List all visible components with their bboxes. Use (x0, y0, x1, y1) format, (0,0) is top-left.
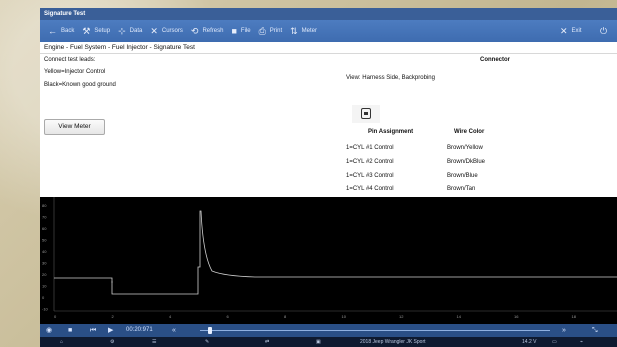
y-tick-label: 10 (42, 284, 47, 289)
x-tick-label: 10 (342, 314, 347, 319)
lead-yellow: Yellow=Injector Control (44, 69, 106, 75)
pin-row-1: 1=CYL #1 Control (346, 145, 394, 151)
vehicle-info: 2018 Jeep Wrangler JK Sport (360, 339, 426, 345)
y-tick-label: 0 (42, 295, 45, 300)
power-button[interactable]: ⏻ (600, 26, 611, 37)
y-tick-label: 30 (42, 261, 47, 266)
lead-black: Black=Known good ground (44, 82, 116, 88)
cursors-icon: ✕ (150, 25, 158, 36)
refresh-icon: ⟲ (190, 25, 199, 36)
exit-button[interactable]: ✕ Exit (560, 26, 582, 37)
step-back-icon[interactable]: ⏮ (90, 324, 96, 337)
folder-icon: ■ (231, 26, 237, 36)
rewind-icon[interactable]: « (172, 324, 176, 337)
refresh-button[interactable]: ⟲ Refresh (191, 26, 224, 37)
signal-icon: ⌁ (580, 339, 584, 345)
x-tick-label: 6 (227, 314, 230, 319)
pin-row-2: 1=CYL #2 Control (346, 159, 394, 165)
playback-slider[interactable] (200, 330, 550, 331)
y-tick-label: 50 (42, 238, 47, 243)
x-tick-label: 4 (169, 314, 172, 319)
pin-assignment-header: Pin Assignment (368, 129, 414, 135)
divider (40, 53, 617, 54)
scope-graph[interactable]: 80 70 60 50 40 30 20 10 0 -10 0 2 4 6 8 10 12 14 16 18 (40, 197, 617, 324)
wire-row-2: Brown/DkBlue (447, 159, 486, 165)
back-label: Back (61, 28, 75, 34)
pin-row-4: 1=CYL #4 Control (346, 186, 394, 192)
exit-label: Exit (571, 28, 582, 34)
data-label: Data (129, 28, 143, 34)
x-tick-label: 8 (284, 314, 287, 319)
refresh-label: Refresh (202, 28, 224, 34)
breadcrumb: Engine - Fuel System - Fuel Injector - S… (44, 44, 195, 51)
back-arrow-icon: ← (48, 26, 57, 36)
x-tick-label: 16 (514, 314, 519, 319)
meter-label: Meter (301, 28, 318, 34)
wire-row-3: Brown/Blue (447, 173, 478, 179)
toolbar: ← Back ⚒ Setup ⊹ Data ✕ Cursors ⟲ Refresh ■ Fi… (40, 20, 617, 42)
wire-color-header: Wire Color (454, 129, 485, 135)
cursors-button[interactable]: ✕ Cursors (150, 26, 183, 37)
status-bar: ⌂ ⚙ ☰ ✎ ⇄ ▣ 2018 Jeep Wrangler JK Sport … (40, 337, 617, 347)
x-tick-label: 0 (54, 314, 57, 319)
print-label: Print (269, 28, 283, 34)
cursors-label: Cursors (161, 28, 183, 34)
close-icon: ✕ (560, 25, 568, 36)
wrench-icon: ⚒ (82, 25, 91, 36)
wire-row-1: Brown/Yellow (447, 145, 483, 151)
home-icon[interactable]: ⌂ (60, 337, 63, 347)
x-axis-ticks: 0 2 4 6 8 10 12 14 16 18 (54, 314, 577, 319)
playback-bar: ◉ ■ ⏮ ▶ 00:20:971 « » ⤡ (40, 324, 617, 337)
connect-icon[interactable]: ⇄ (265, 337, 269, 347)
scope-svg: 80 70 60 50 40 30 20 10 0 -10 0 2 4 6 8 10 12 14 16 18 (42, 197, 617, 319)
screen-icon[interactable]: ▣ (316, 337, 321, 347)
print-button[interactable]: ⎙ Print (259, 26, 283, 37)
y-tick-label: 70 (42, 215, 47, 220)
injector-trace (54, 210, 617, 295)
x-tick-label: 2 (112, 314, 115, 319)
y-tick-label: 80 (42, 203, 47, 208)
slider-thumb[interactable] (208, 327, 212, 334)
x-tick-label: 18 (572, 314, 577, 319)
file-label: File (240, 28, 251, 34)
forward-icon[interactable]: » (562, 324, 566, 337)
power-icon: ⏻ (600, 25, 608, 36)
playback-time: 00:20:971 (126, 327, 153, 333)
play-icon[interactable]: ▶ (108, 324, 113, 337)
back-button[interactable]: ← Back (48, 26, 74, 36)
y-tick-label: 60 (42, 226, 47, 231)
stop-icon[interactable]: ■ (68, 324, 72, 337)
y-tick-label: 40 (42, 249, 47, 254)
pin-row-3: 1=CYL #3 Control (346, 173, 394, 179)
setup-button[interactable]: ⚒ Setup (82, 26, 110, 37)
meter-button[interactable]: ⇅ Meter (290, 26, 317, 37)
zoom-icon[interactable]: ⤡ (592, 324, 598, 337)
wire-row-4: Brown/Tan (447, 186, 476, 192)
y-tick-label: -10 (42, 307, 49, 312)
gauge-icon: ⊹ (118, 25, 126, 36)
tools-icon[interactable]: ✎ (205, 337, 209, 347)
view-meter-button[interactable]: View Meter (44, 119, 105, 135)
setup-label: Setup (94, 28, 111, 34)
data-button[interactable]: ⊹ Data (118, 26, 142, 37)
leads-heading: Connect test leads: (44, 57, 96, 63)
battery-icon: ▭ (552, 339, 557, 345)
meter-icon: ⇅ (290, 25, 298, 36)
printer-icon: ⎙ (258, 25, 266, 36)
view-text: View: Harness Side, Backprobing (346, 75, 435, 81)
gear-icon[interactable]: ⚙ (110, 337, 114, 347)
connector-heading: Connector (480, 57, 510, 63)
x-tick-label: 14 (457, 314, 462, 319)
file-button[interactable]: ■ File (231, 26, 250, 36)
connector-icon (361, 108, 371, 119)
y-axis-ticks: 80 70 60 50 40 30 20 10 0 -10 (42, 203, 49, 312)
x-tick-label: 12 (399, 314, 404, 319)
battery-voltage: 14.2 V (522, 339, 537, 345)
list-icon[interactable]: ☰ (152, 337, 156, 347)
scanner-screen: Signature Test ← Back ⚒ Setup ⊹ Data ✕ Curso… (40, 8, 617, 347)
window-title: Signature Test (40, 8, 617, 20)
test-info-panel: Engine - Fuel System - Fuel Injector - S… (40, 42, 617, 197)
y-tick-label: 20 (42, 272, 47, 277)
record-icon[interactable]: ◉ (46, 324, 52, 337)
